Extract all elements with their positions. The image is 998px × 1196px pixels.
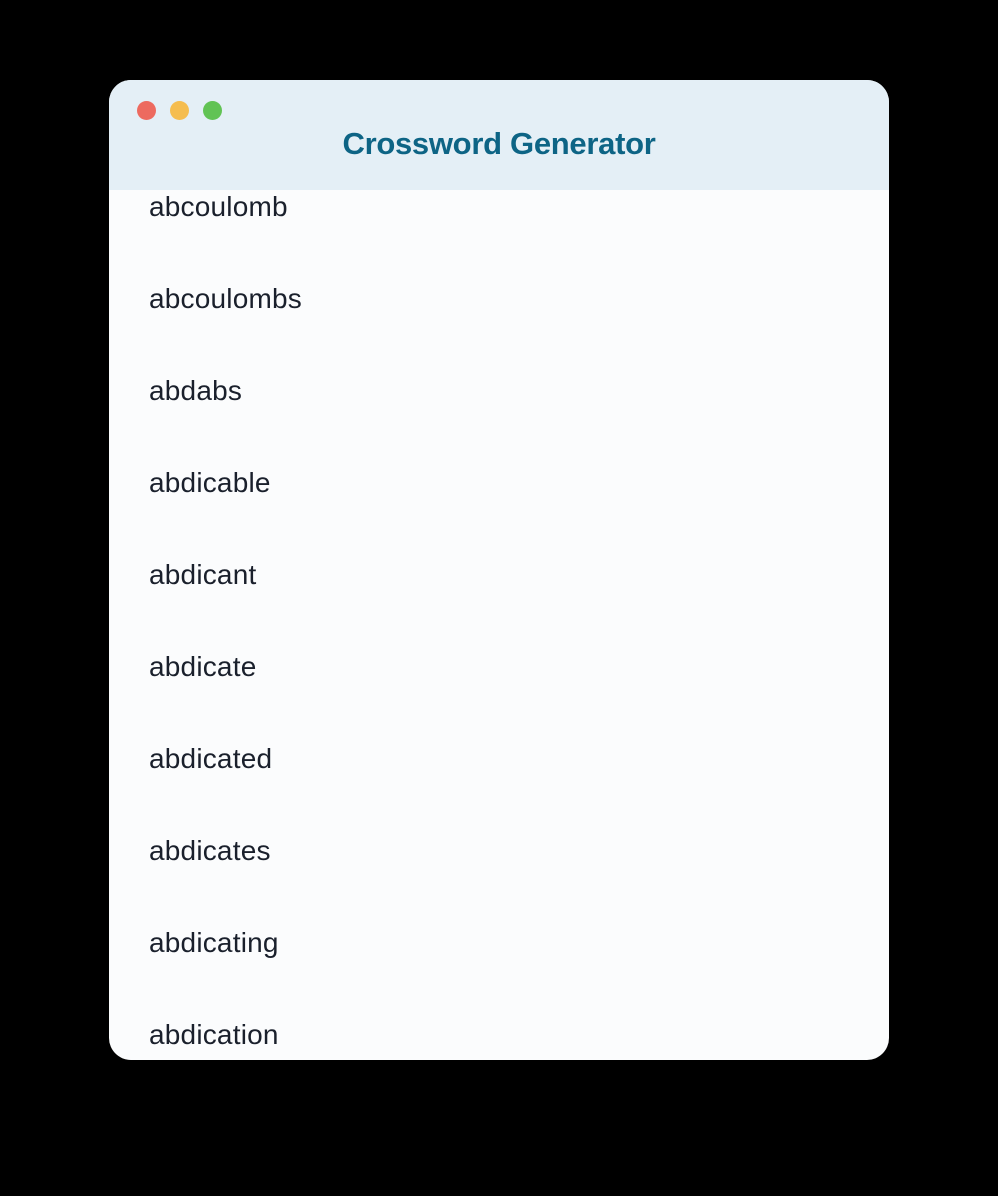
- list-item[interactable]: abcoulomb: [109, 190, 889, 253]
- minimize-icon[interactable]: [170, 101, 189, 120]
- titlebar: Crossword Generator: [109, 80, 889, 190]
- list-item[interactable]: abdicating: [109, 897, 889, 989]
- content-area[interactable]: abcoulomb abcoulombs abdabs abdicable ab…: [109, 190, 889, 1060]
- app-window: Crossword Generator abcoulomb abcoulombs…: [109, 80, 889, 1060]
- list-item[interactable]: abdicable: [109, 437, 889, 529]
- list-item[interactable]: abdication: [109, 989, 889, 1060]
- window-controls: [137, 101, 222, 120]
- close-icon[interactable]: [137, 101, 156, 120]
- window-title: Crossword Generator: [343, 126, 656, 162]
- list-item[interactable]: abcoulombs: [109, 253, 889, 345]
- maximize-icon[interactable]: [203, 101, 222, 120]
- list-item[interactable]: abdabs: [109, 345, 889, 437]
- list-item[interactable]: abdicates: [109, 805, 889, 897]
- list-item[interactable]: abdicate: [109, 621, 889, 713]
- word-list: abcoulomb abcoulombs abdabs abdicable ab…: [109, 190, 889, 1060]
- list-item[interactable]: abdicant: [109, 529, 889, 621]
- list-item[interactable]: abdicated: [109, 713, 889, 805]
